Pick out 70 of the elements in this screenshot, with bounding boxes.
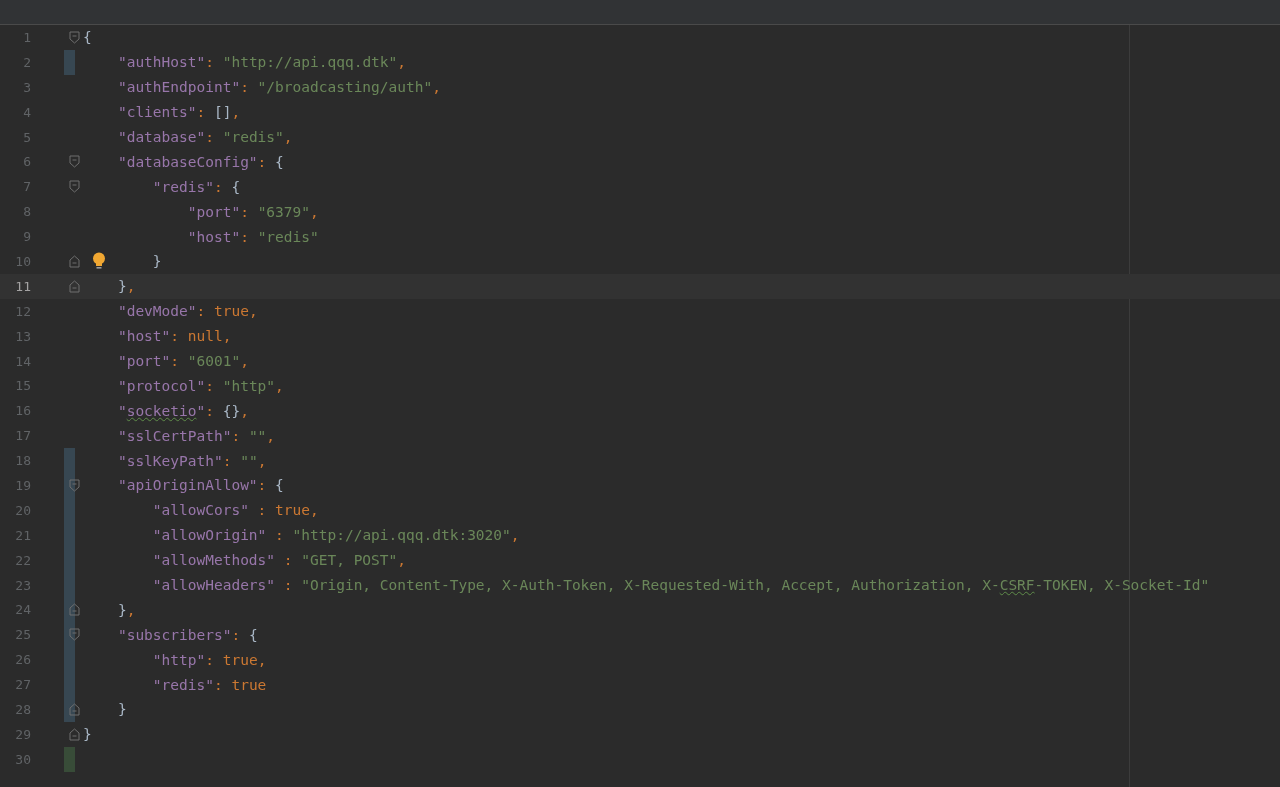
fold-end-icon[interactable] — [69, 703, 80, 717]
fold-end-icon[interactable] — [69, 279, 80, 293]
line-number: 10 — [14, 253, 31, 269]
fold-icon[interactable] — [69, 155, 80, 169]
code-line: "databaseConfig": { — [117, 153, 284, 170]
fold-icon[interactable] — [69, 180, 80, 194]
line-number: 6 — [22, 154, 31, 170]
line-number: 20 — [14, 502, 31, 518]
code-line: "subscribers": { — [117, 626, 258, 643]
code-line: "protocol": "http", — [117, 377, 284, 394]
line-number: 27 — [14, 677, 31, 693]
code-line: "database": "redis", — [117, 129, 293, 145]
line-number: 13 — [14, 328, 31, 344]
line-number: 11 — [14, 278, 31, 294]
code-line: "redis": { — [152, 178, 241, 195]
line-number: 7 — [22, 179, 31, 195]
code-line: "port": "6001", — [117, 353, 249, 369]
line-number: 18 — [14, 453, 31, 469]
line-number: 16 — [14, 403, 31, 419]
code-line: "authEndpoint": "/broadcasting/auth", — [117, 79, 441, 96]
code-line: "redis": true — [152, 676, 267, 693]
line-number: 28 — [14, 702, 31, 717]
line-number: 8 — [22, 204, 31, 220]
code-line: "devMode": true, — [117, 303, 258, 320]
code-line: } — [83, 726, 92, 743]
line-number: 12 — [14, 303, 31, 319]
code-line: "allowMethods" : "GET, POST", — [152, 552, 407, 569]
code-line: }, — [117, 278, 136, 295]
line-number: 25 — [14, 627, 31, 643]
line-number: 9 — [22, 229, 31, 245]
fold-end-icon[interactable] — [69, 603, 80, 617]
code-line: "http": true, — [152, 651, 267, 668]
code-line: } — [152, 253, 162, 270]
line-number: 15 — [14, 378, 31, 394]
line-number: 17 — [14, 428, 31, 444]
line-number: 23 — [14, 577, 31, 593]
code-line: "sslCertPath": "", — [117, 427, 276, 444]
fold-icon[interactable] — [69, 479, 80, 493]
code-line: "authHost": "http://api.qqq.dtk", — [117, 54, 407, 71]
code-line: "socketio": {}, — [117, 402, 249, 419]
code-line: "sslKeyPath": "", — [117, 452, 267, 469]
line-number: 2 — [22, 54, 31, 70]
line-number: 24 — [14, 602, 31, 618]
line-number: 4 — [22, 104, 31, 120]
fold-icon[interactable] — [69, 628, 80, 642]
code-line: "allowHeaders" : "Origin, Content-Type, X-Auth-Token, X-Requested-With, Accept, Authorization, X-CSRF-TOKEN, X-Socket-Id" — [152, 577, 1210, 594]
line-number: 21 — [14, 527, 31, 543]
code-line: "allowCors" : true, — [152, 502, 319, 519]
line-number: 3 — [22, 79, 31, 95]
fold-end-icon[interactable] — [69, 727, 80, 741]
line-number: 14 — [14, 353, 31, 369]
code-line: } — [117, 701, 127, 718]
line-number: 29 — [14, 726, 31, 742]
code-line: }, — [117, 601, 136, 618]
line-number: 26 — [14, 652, 31, 668]
line-number: 1 — [22, 29, 31, 45]
code-line: "host": "redis" — [187, 228, 319, 245]
line-number: 5 — [22, 129, 31, 145]
lightbulb-icon[interactable] — [92, 252, 106, 270]
line-number: 30 — [14, 751, 31, 767]
code-line: "host": null, — [117, 328, 232, 345]
code-line: "clients": [], — [117, 104, 241, 121]
line-number: 22 — [14, 552, 31, 568]
code-line: "allowOrigin" : "http://api.qqq.dtk:3020", — [152, 527, 520, 544]
line-number: 19 — [14, 477, 31, 493]
fold-icon[interactable] — [69, 31, 80, 44]
code-line: "apiOriginAllow": { — [117, 477, 284, 494]
code-line: "port": "6379", — [187, 203, 319, 220]
fold-end-icon[interactable] — [69, 255, 80, 268]
code-line: { — [83, 29, 92, 46]
